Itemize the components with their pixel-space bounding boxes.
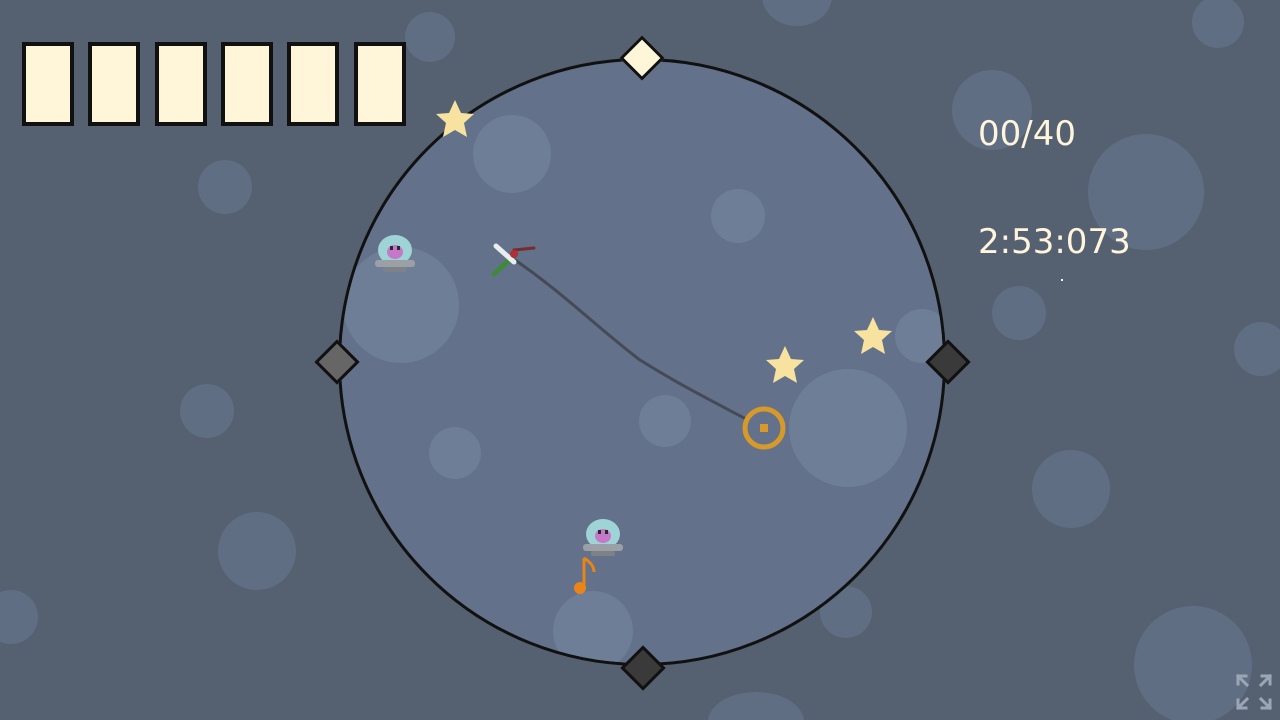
spark — [1061, 279, 1063, 281]
sprites-layer — [375, 100, 1063, 594]
star-icon — [766, 346, 804, 383]
star-icon — [854, 317, 892, 354]
ufo-enemy-icon — [375, 235, 415, 272]
collected-counter: 00/40 — [978, 114, 1076, 154]
target-ring-icon — [742, 406, 786, 450]
ufo-enemy-icon — [583, 519, 623, 556]
fullscreen-button[interactable] — [1232, 670, 1276, 714]
flight-trail — [510, 256, 750, 422]
game-stage: 00/40 2:53:073 — [0, 0, 1280, 720]
star-icon — [436, 100, 474, 137]
timer-text: 2:53:073 — [978, 222, 1131, 262]
fullscreen-icon — [1235, 673, 1273, 711]
music-note-icon — [574, 556, 596, 594]
